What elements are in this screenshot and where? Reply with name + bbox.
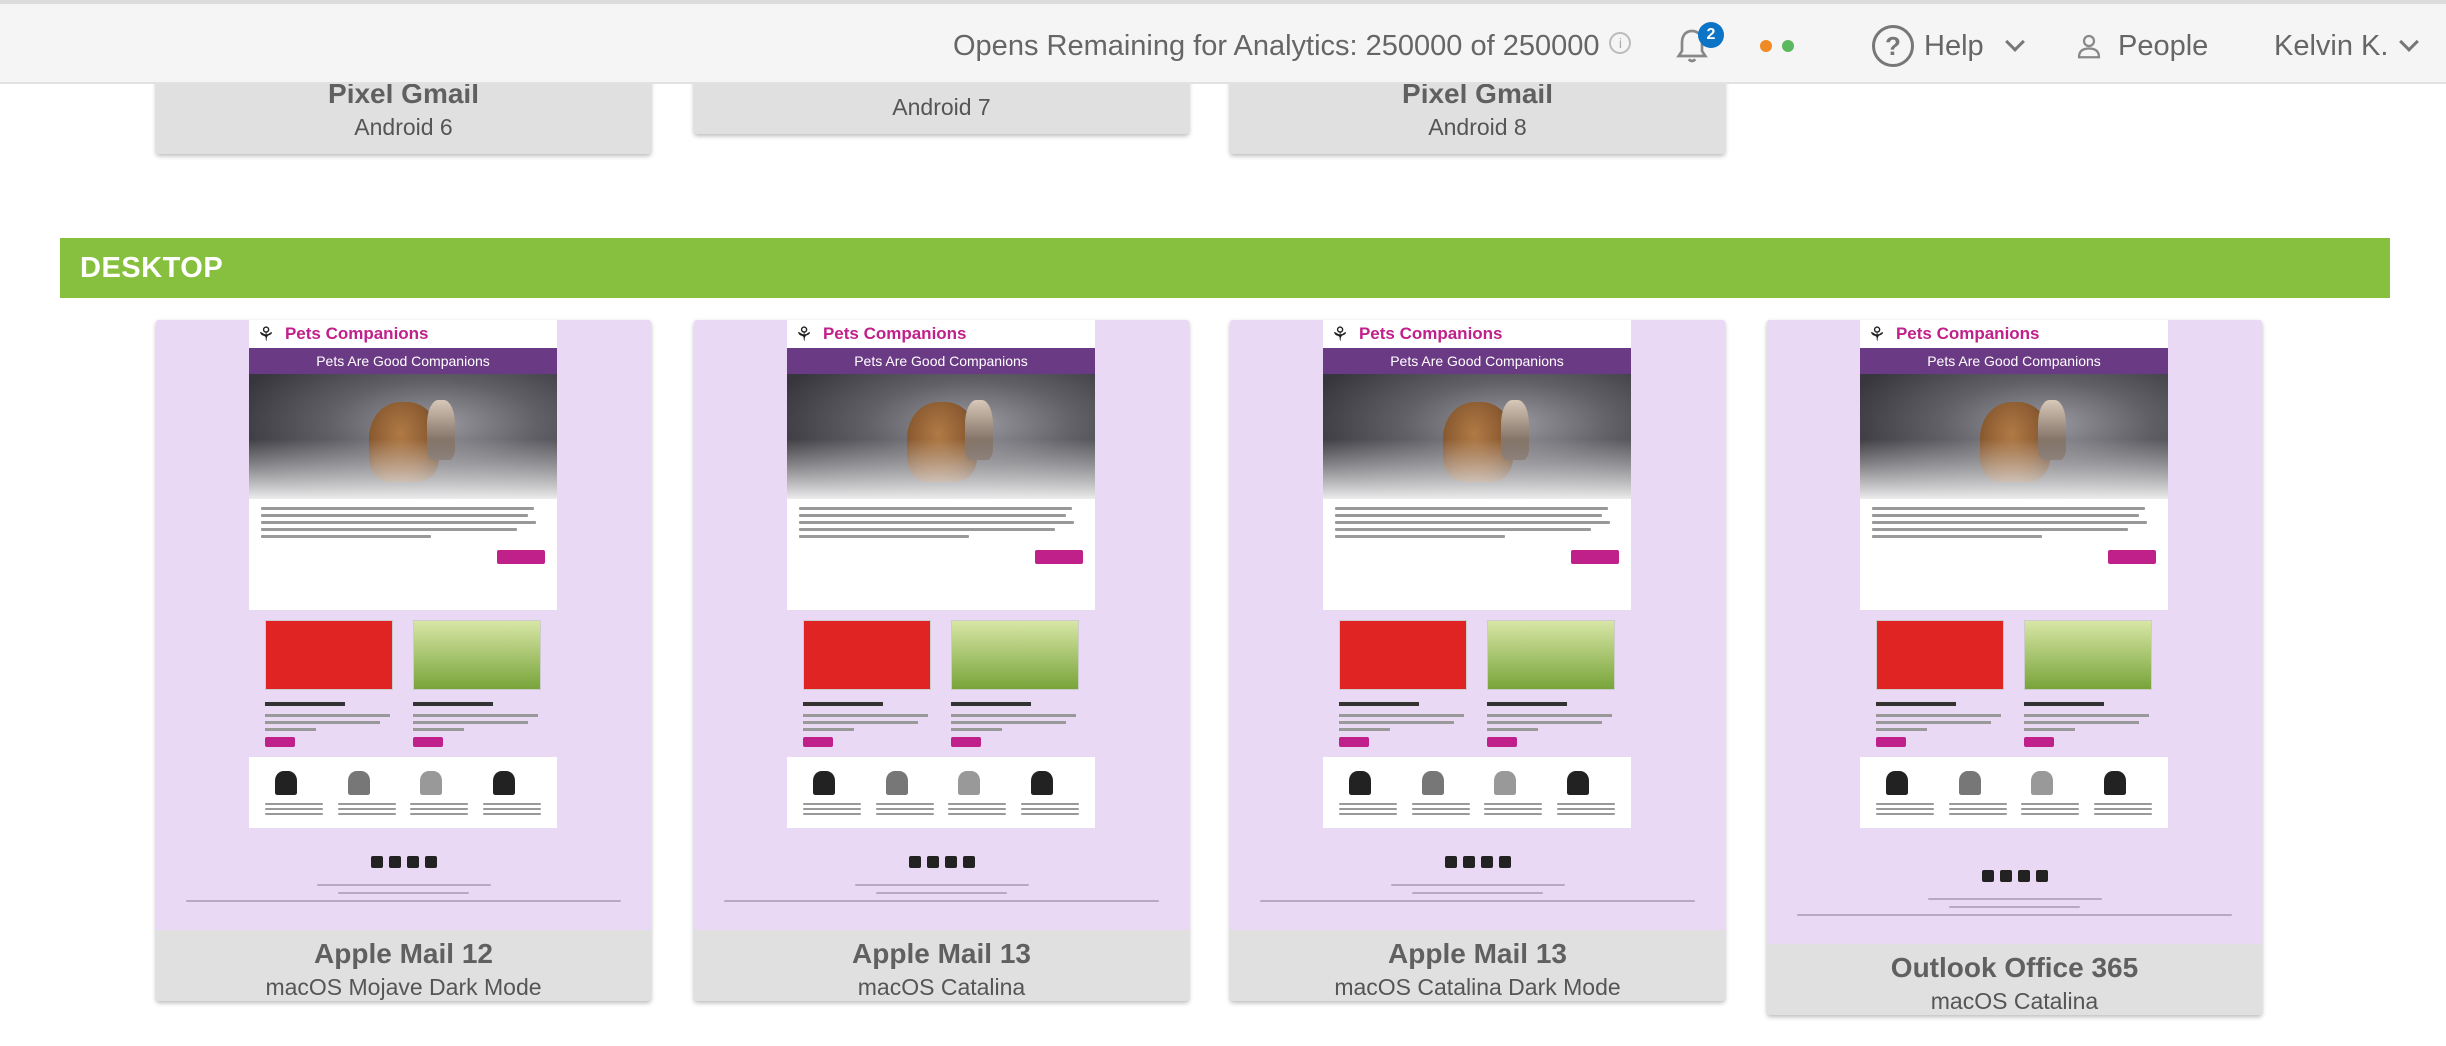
client-name: Apple Mail 13 — [1388, 938, 1567, 969]
email-thumbnail[interactable]: ⚘ Pets Companions Pets Are Good Companio… — [694, 320, 1189, 930]
email-header: Pets Are Good Companions — [787, 348, 1095, 374]
email-thumbnail[interactable]: ⚘ Pets Companions Pets Are Good Companio… — [1230, 320, 1725, 930]
people-menu[interactable]: People — [2074, 4, 2208, 88]
people-label: People — [2118, 29, 2209, 62]
email-thumbnail[interactable]: ⚘ Pets Companions Pets Are Good Companio… — [156, 320, 651, 930]
hero-image — [787, 374, 1095, 499]
email-header: Pets Are Good Companions — [1323, 348, 1631, 374]
email-preview: ⚘ Pets Companions Pets Are Good Companio… — [1860, 320, 2168, 828]
social-icons — [1767, 864, 2262, 888]
social-icons — [694, 850, 1189, 874]
email-preview: ⚘ Pets Companions Pets Are Good Companio… — [1323, 320, 1631, 828]
notification-badge: 2 — [1698, 22, 1724, 48]
email-preview: ⚘ Pets Companions Pets Are Good Companio… — [787, 320, 1095, 828]
email-brand: Pets Companions — [1895, 324, 2040, 343]
email-thumbnail[interactable]: ⚘ Pets Companions Pets Are Good Companio… — [1767, 320, 2262, 944]
info-icon[interactable]: i — [1609, 32, 1632, 54]
client-name: Apple Mail 13 — [852, 938, 1031, 969]
email-header: Pets Are Good Companions — [1860, 348, 2168, 374]
client-name: Apple Mail 12 — [314, 938, 493, 969]
logo-icon: ⚘ — [1331, 323, 1349, 346]
hero-image — [249, 374, 557, 499]
client-card[interactable]: ⚘ Pets Companions Pets Are Good Companio… — [156, 320, 651, 1001]
email-brand: Pets Companions — [1358, 324, 1503, 343]
notifications-button[interactable]: 2 — [1672, 4, 1732, 88]
chevron-down-icon — [2004, 32, 2025, 52]
client-version: Android 6 — [354, 114, 453, 140]
section-header-desktop: DESKTOP — [60, 238, 2390, 298]
chevron-down-icon — [2399, 32, 2420, 52]
status-dot-orange — [1760, 40, 1772, 52]
user-name: Kelvin K. — [2274, 29, 2389, 62]
client-version: Android 8 — [1428, 114, 1527, 140]
help-menu[interactable]: ? Help — [1872, 4, 2025, 88]
email-header: Pets Are Good Companions — [249, 348, 557, 374]
client-name: Outlook Office 365 — [1890, 952, 2139, 983]
client-card[interactable]: ⚘ Pets Companions Pets Are Good Companio… — [694, 320, 1189, 1001]
person-icon — [2077, 34, 2101, 59]
client-version: macOS Catalina Dark Mode — [1334, 974, 1621, 1000]
help-label: Help — [1924, 29, 1984, 62]
status-dots — [1760, 4, 1794, 88]
logo-icon: ⚘ — [795, 323, 813, 346]
social-icons — [1230, 850, 1725, 874]
social-icons — [156, 850, 651, 874]
client-card[interactable]: ⚘ Pets Companions Pets Are Good Companio… — [1767, 320, 2262, 1015]
email-brand: Pets Companions — [284, 324, 429, 343]
top-bar: Opens Remaining for Analytics: 250000 of… — [0, 0, 2446, 84]
email-preview: ⚘ Pets Companions Pets Are Good Companio… — [249, 320, 557, 828]
email-brand: Pets Companions — [822, 324, 967, 343]
help-icon: ? — [1872, 25, 1914, 67]
opens-remaining: Opens Remaining for Analytics: 250000 of… — [953, 4, 1632, 88]
hero-image — [1323, 374, 1631, 499]
opens-remaining-text: Opens Remaining for Analytics: 250000 of… — [953, 29, 1600, 62]
hero-image — [1860, 374, 2168, 499]
logo-icon: ⚘ — [257, 323, 275, 346]
status-dot-green — [1782, 40, 1794, 52]
client-card[interactable]: ⚘ Pets Companions Pets Are Good Companio… — [1230, 320, 1725, 1001]
user-menu[interactable]: Kelvin K. — [2274, 4, 2420, 88]
client-version: macOS Mojave Dark Mode — [265, 974, 542, 1000]
client-version: macOS Catalina — [857, 974, 1026, 1000]
logo-icon: ⚘ — [1868, 323, 1886, 346]
client-version: macOS Catalina — [1930, 988, 2099, 1014]
client-version: Android 7 — [892, 94, 991, 120]
